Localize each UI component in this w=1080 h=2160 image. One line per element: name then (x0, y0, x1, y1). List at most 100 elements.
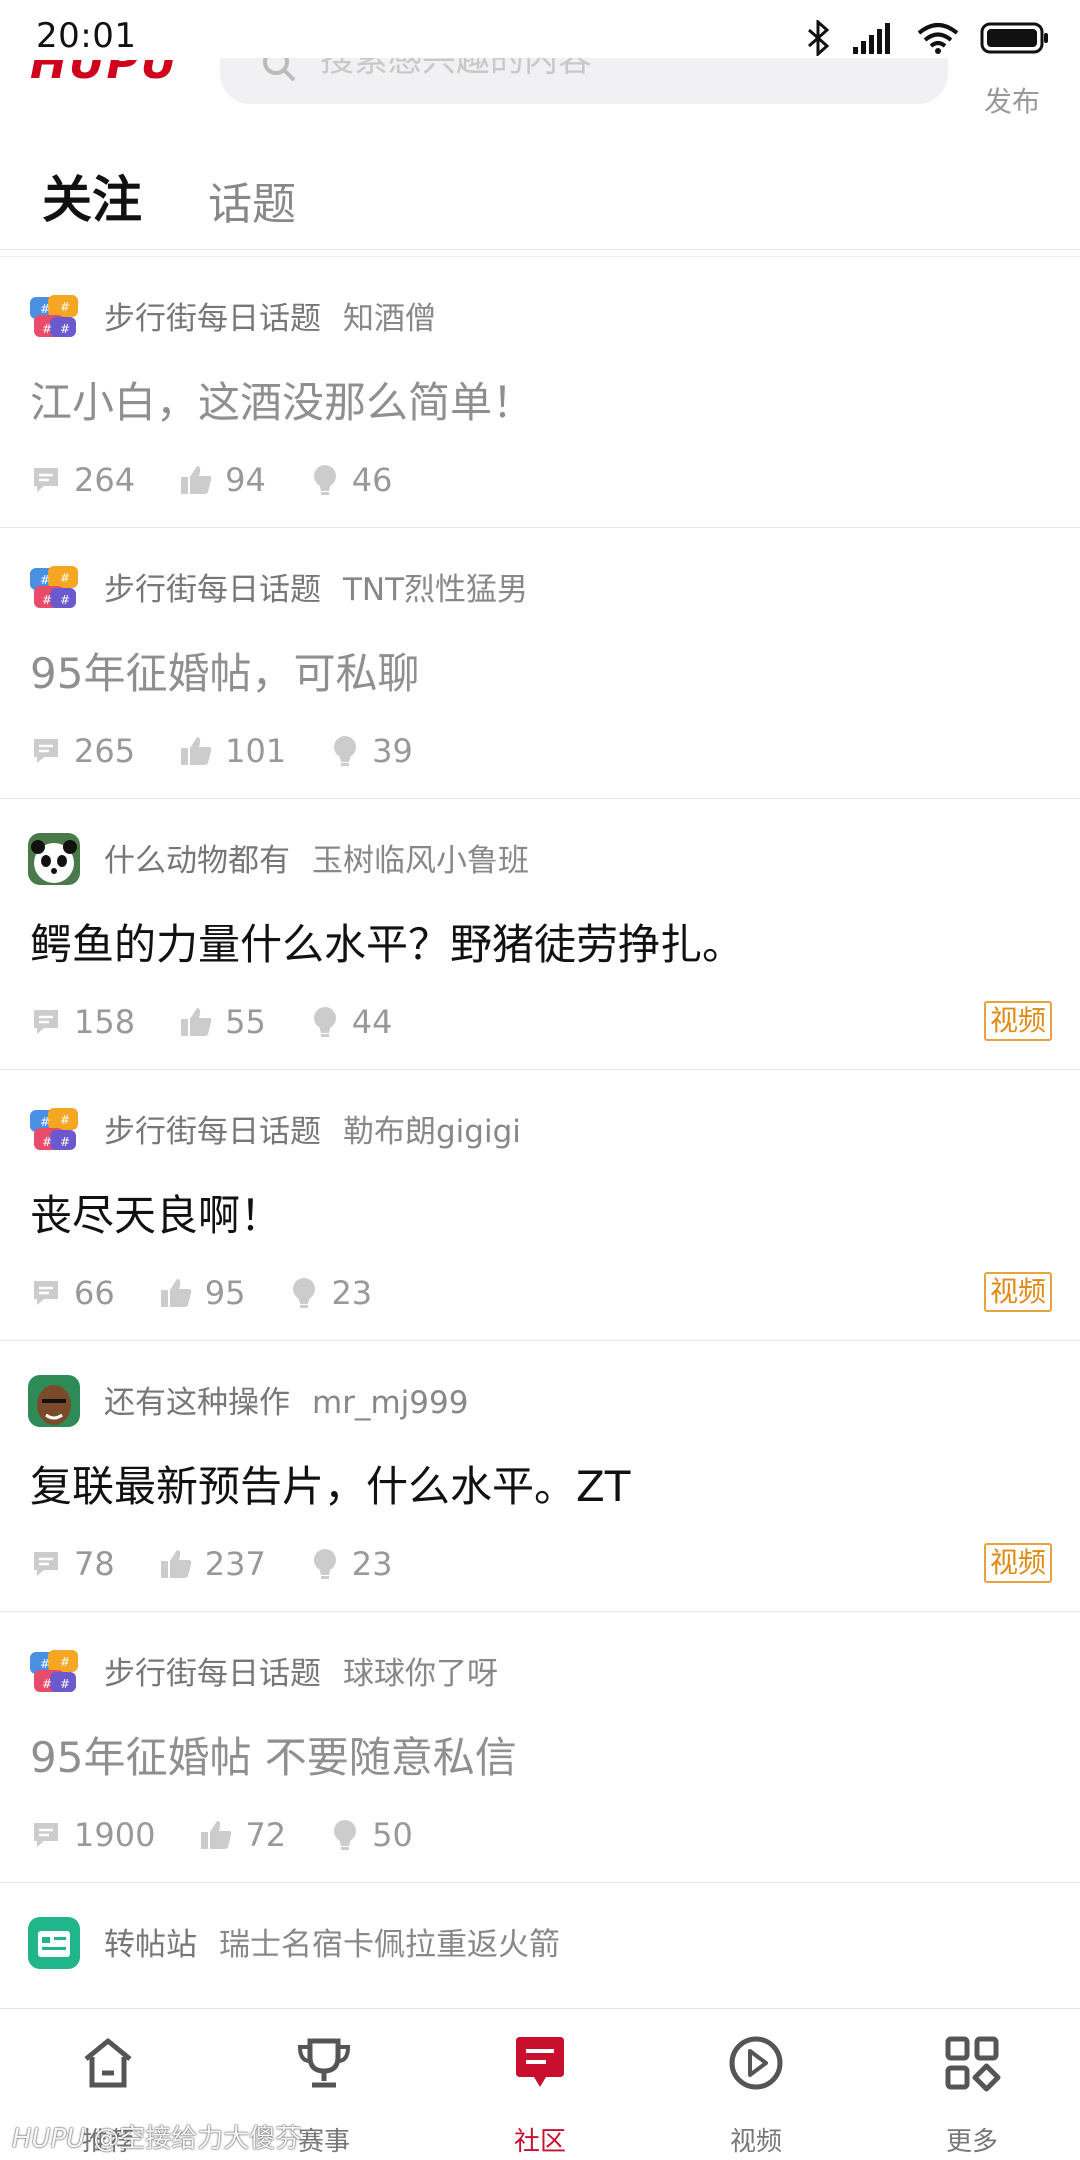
search-bar[interactable]: 搜索感兴趣的内容 (220, 58, 948, 104)
forum-avatar[interactable] (28, 1917, 80, 1969)
signal-icon (853, 23, 890, 54)
video-tag: 视频 (983, 1001, 1052, 1041)
post-author[interactable]: 知酒僧 (343, 301, 436, 337)
reply-count: 265 (30, 732, 135, 770)
svg-text:#: # (40, 573, 50, 587)
forum-label: 步行街每日话题 (104, 301, 321, 337)
watermark-brand: HUPU (12, 2124, 86, 2154)
like-count-value: 95 (204, 1274, 246, 1312)
watermark-user: @空接给力大傻芬 (93, 2124, 302, 2154)
svg-text:#: # (60, 1655, 70, 1669)
post-title[interactable]: 95年征婚帖 不要随意私信 (30, 1724, 517, 1785)
svg-text:#: # (60, 1113, 70, 1127)
forum-avatar[interactable]: # # # # (28, 291, 80, 343)
svg-text:#: # (40, 302, 50, 316)
post-title[interactable]: 丧尽天良啊！ (30, 1182, 282, 1243)
reply-count: 1900 (30, 1816, 155, 1854)
svg-text:#: # (60, 1135, 70, 1149)
nav-label: 社区 (513, 2127, 566, 2157)
reply-count-value: 78 (74, 1545, 115, 1583)
tab-topics[interactable]: 话题 (208, 168, 296, 232)
forum-avatar[interactable] (28, 833, 80, 885)
like-icon (201, 1821, 232, 1849)
svg-text:#: # (40, 1115, 50, 1129)
post-author[interactable]: 玉树临风小鲁班 (312, 843, 529, 879)
watermark: HUPU @空接给力大傻芬 (12, 2118, 301, 2155)
reply-count-value: 158 (74, 1003, 136, 1041)
svg-text:#: # (60, 322, 70, 336)
nav-more[interactable]: 更多 (864, 2009, 1080, 2160)
like-count-value: 94 (225, 461, 266, 499)
svg-text:#: # (40, 1657, 50, 1671)
wifi-icon (917, 23, 959, 54)
like-icon (160, 1279, 191, 1307)
post-title[interactable]: 江小白，这酒没那么简单！ (30, 369, 534, 430)
post-item[interactable]: 还有这种操作 mr_mj999 复联最新预告片，什么水平。ZT 78 237 23 视频 (0, 1341, 1080, 1612)
light-bulb-icon (313, 465, 336, 495)
post-author[interactable]: 球球你了呀 (343, 1656, 498, 1692)
logo-text: HUPU (30, 60, 180, 84)
post-title[interactable]: 95年征婚帖，可私聊 (30, 640, 419, 701)
nav-video[interactable]: 视频 (648, 2009, 864, 2160)
svg-text:#: # (60, 571, 70, 585)
reply-count-value: 66 (74, 1274, 115, 1312)
post-stats: 265 101 39 (30, 732, 457, 770)
like-count: 237 (159, 1545, 266, 1583)
nav-community[interactable]: 社区 (432, 2009, 648, 2160)
forum-avatar[interactable] (28, 1375, 80, 1427)
light-bulb-icon (313, 1549, 336, 1579)
light-count-value: 23 (351, 1545, 393, 1583)
forum-name[interactable]: 步行街每日话题 勒布朗gigigi (104, 1106, 521, 1151)
light-bulb-icon (293, 1278, 316, 1308)
post-item[interactable]: 什么动物都有 玉树临风小鲁班 鳄鱼的力量什么水平？野猪徒劳挣扎。 158 55 44 视频 (0, 799, 1080, 1070)
status-icons (806, 18, 1050, 58)
svg-text:#: # (60, 593, 70, 607)
like-icon (181, 466, 212, 494)
light-bulb-icon (313, 1007, 336, 1037)
nav-label: 视频 (729, 2127, 782, 2157)
forum-avatar[interactable]: # # # # (28, 562, 80, 614)
post-item[interactable]: # # # # 步行街每日话题 勒布朗gigigi 丧尽天良啊！ 66 95 23 视频 (0, 1070, 1080, 1341)
like-count-value: 55 (225, 1003, 266, 1041)
reply-count-value: 264 (74, 461, 136, 499)
post-stats: 78 237 23 (30, 1545, 437, 1583)
post-author[interactable]: 勒布朗gigigi (343, 1114, 521, 1150)
forum-name[interactable]: 步行街每日话题 球球你了呀 (104, 1648, 498, 1693)
forum-name[interactable]: 还有这种操作 mr_mj999 (104, 1377, 468, 1422)
forum-name[interactable]: 什么动物都有 玉树临风小鲁班 (104, 835, 529, 880)
post-author[interactable]: TNT烈性猛男 (343, 572, 528, 608)
post-title[interactable]: 鳄鱼的力量什么水平？野猪徒劳挣扎。 (30, 911, 744, 972)
post-author[interactable]: mr_mj999 (312, 1385, 468, 1421)
forum-avatar[interactable]: # # # # (28, 1104, 80, 1156)
status-time: 20:01 (36, 16, 137, 56)
light-bulb-icon (334, 1820, 357, 1850)
tab-follow[interactable]: 关注 (42, 160, 142, 232)
post-item[interactable]: # # # # 步行街每日话题 TNT烈性猛男 95年征婚帖，可私聊 265 101 39 (0, 528, 1080, 799)
post-item[interactable]: # # # # 步行街每日话题 球球你了呀 95年征婚帖 不要随意私信 1900 72 50 (0, 1612, 1080, 1883)
light-count: 39 (330, 732, 413, 770)
svg-text:#: # (60, 1677, 70, 1691)
forum-name[interactable]: 步行街每日话题 知酒僧 (104, 293, 436, 338)
post-author[interactable]: 瑞士名宿卡佩拉重返火箭 (219, 1927, 560, 1963)
search-icon (263, 58, 296, 82)
post-item[interactable]: # # # # 步行街每日话题 知酒僧 江小白，这酒没那么简单！ 264 94 46 (0, 257, 1080, 528)
hupu-logo[interactable]: HUPU (30, 60, 180, 84)
community-icon (516, 2037, 564, 2087)
like-count: 72 (199, 1816, 286, 1854)
post-item[interactable]: 转帖站 瑞士名宿卡佩拉重返火箭 (0, 1883, 1080, 2006)
light-count-value: 46 (351, 461, 393, 499)
forum-name[interactable]: 步行街每日话题 TNT烈性猛男 (104, 564, 528, 609)
forum-name[interactable]: 转帖站 瑞士名宿卡佩拉重返火箭 (104, 1919, 560, 1964)
post-stats: 66 95 23 (30, 1274, 416, 1312)
reply-count: 264 (30, 461, 135, 499)
post-title[interactable]: 复联最新预告片，什么水平。ZT (30, 1453, 630, 1514)
reply-icon (34, 468, 58, 492)
publish-button[interactable]: 发布 (984, 80, 1040, 120)
tab-bar: 关注 话题 (0, 150, 1080, 250)
forum-label: 步行街每日话题 (104, 572, 321, 608)
post-feed[interactable]: # # # # 步行街每日话题 知酒僧 江小白，这酒没那么简单！ 264 94 46 # # # # 步行街… (0, 256, 1080, 2006)
forum-avatar[interactable]: # # # # (28, 1646, 80, 1698)
light-count: 50 (330, 1816, 413, 1854)
like-count-value: 237 (204, 1545, 266, 1583)
like-count: 95 (159, 1274, 246, 1312)
